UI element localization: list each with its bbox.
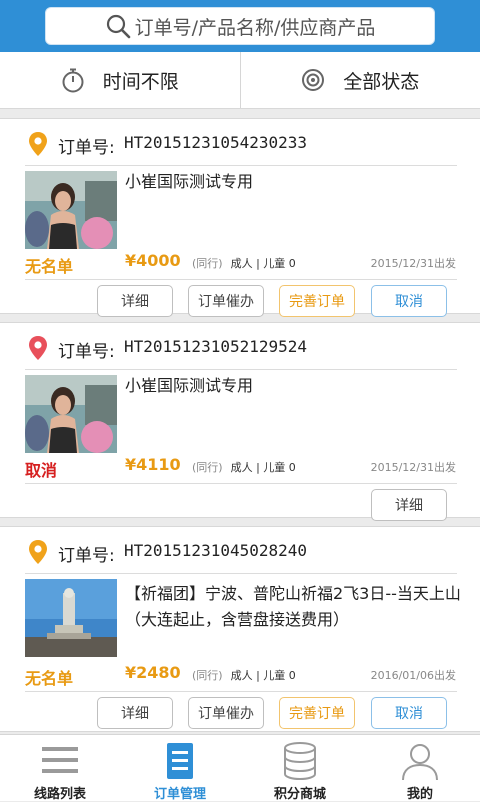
order-number: HT20151231052129524 <box>124 337 307 356</box>
departure-date: 2015/12/31出发 <box>371 255 456 271</box>
time-filter-label: 时间不限 <box>103 67 179 94</box>
complete-order-button[interactable]: 完善订单 <box>279 285 355 317</box>
departure-date: 2016/01/06出发 <box>371 667 456 683</box>
divider <box>25 573 457 574</box>
order-status: 无名单 <box>25 253 73 277</box>
peer-tag: (同行) <box>192 669 223 682</box>
order-price: ¥2480 <box>125 663 181 682</box>
tab-points-mall[interactable]: 积分商城 <box>240 735 360 801</box>
traveler-info: (同行) 成人 | 儿童 0 <box>192 459 296 475</box>
traveler-info: (同行) 成人 | 儿童 0 <box>192 667 296 683</box>
product-thumbnail[interactable] <box>25 579 117 657</box>
target-icon <box>301 68 325 92</box>
departure-date: 2015/12/31出发 <box>371 459 456 475</box>
user-icon <box>400 741 440 781</box>
product-thumbnail[interactable] <box>25 171 117 249</box>
product-title[interactable]: 小崔国际测试专用 <box>125 373 465 399</box>
urge-order-button[interactable]: 订单催办 <box>188 285 264 317</box>
bottom-tab-bar: 线路列表 订单管理 积分商城 我的 <box>0 734 480 801</box>
cancel-order-button[interactable]: 取消 <box>371 285 447 317</box>
status-filter[interactable]: 全部状态 <box>240 52 480 108</box>
product-thumbnail[interactable] <box>25 375 117 453</box>
top-header: 订单号/产品名称/供应商产品 <box>0 0 480 52</box>
order-doc-icon <box>165 741 195 781</box>
urge-order-button[interactable]: 订单催办 <box>188 697 264 729</box>
tab-label: 线路列表 <box>0 783 120 802</box>
location-pin-icon <box>28 131 48 157</box>
product-title[interactable]: 小崔国际测试专用 <box>125 169 465 195</box>
location-pin-icon <box>28 539 48 565</box>
traveler-count: 成人 | 儿童 0 <box>231 257 296 270</box>
order-price: ¥4000 <box>125 251 181 270</box>
divider <box>25 483 457 484</box>
order-price: ¥4110 <box>125 455 181 474</box>
divider <box>25 165 457 166</box>
search-input[interactable]: 订单号/产品名称/供应商产品 <box>45 7 435 45</box>
database-icon <box>282 741 318 781</box>
peer-tag: (同行) <box>192 257 223 270</box>
divider <box>25 691 457 692</box>
product-title[interactable]: 【祈福团】宁波、普陀山祈福2飞3日--当天上山（大连起止，含营盘接送费用） <box>125 581 465 633</box>
tab-label: 订单管理 <box>120 783 240 802</box>
order-card[interactable]: 订单号: HT20151231054230233 小崔国际测试专用 无名单 ¥4… <box>0 118 480 314</box>
detail-button[interactable]: 详细 <box>97 285 173 317</box>
peer-tag: (同行) <box>192 461 223 474</box>
detail-button[interactable]: 详细 <box>371 489 447 521</box>
order-number: HT20151231054230233 <box>124 133 307 152</box>
tab-order-management[interactable]: 订单管理 <box>120 735 240 801</box>
order-status: 无名单 <box>25 665 73 689</box>
menu-icon <box>40 741 80 779</box>
search-placeholder: 订单号/产品名称/供应商产品 <box>135 13 376 40</box>
traveler-count: 成人 | 儿童 0 <box>231 461 296 474</box>
divider <box>25 279 457 280</box>
traveler-info: (同行) 成人 | 儿童 0 <box>192 255 296 271</box>
divider <box>25 369 457 370</box>
traveler-count: 成人 | 儿童 0 <box>231 669 296 682</box>
detail-button[interactable]: 详细 <box>97 697 173 729</box>
tab-label: 我的 <box>360 783 480 802</box>
cancel-order-button[interactable]: 取消 <box>371 697 447 729</box>
complete-order-button[interactable]: 完善订单 <box>279 697 355 729</box>
order-number-label: 订单号: <box>58 337 115 362</box>
tab-mine[interactable]: 我的 <box>360 735 480 801</box>
order-number-label: 订单号: <box>58 541 115 566</box>
stopwatch-icon <box>61 67 85 93</box>
location-pin-icon <box>28 335 48 361</box>
order-card[interactable]: 订单号: HT20151231045028240 【祈福团】宁波、普陀山祈福2飞… <box>0 526 480 732</box>
order-status: 取消 <box>25 457 57 481</box>
time-filter[interactable]: 时间不限 <box>0 52 240 108</box>
order-number-label: 订单号: <box>58 133 115 158</box>
tab-label: 积分商城 <box>240 783 360 802</box>
order-number: HT20151231045028240 <box>124 541 307 560</box>
filter-bar: 时间不限 全部状态 <box>0 52 480 109</box>
tab-route-list[interactable]: 线路列表 <box>0 735 120 801</box>
order-card[interactable]: 订单号: HT20151231052129524 小崔国际测试专用 取消 ¥41… <box>0 322 480 518</box>
status-filter-label: 全部状态 <box>343 67 419 94</box>
search-icon <box>105 13 131 39</box>
